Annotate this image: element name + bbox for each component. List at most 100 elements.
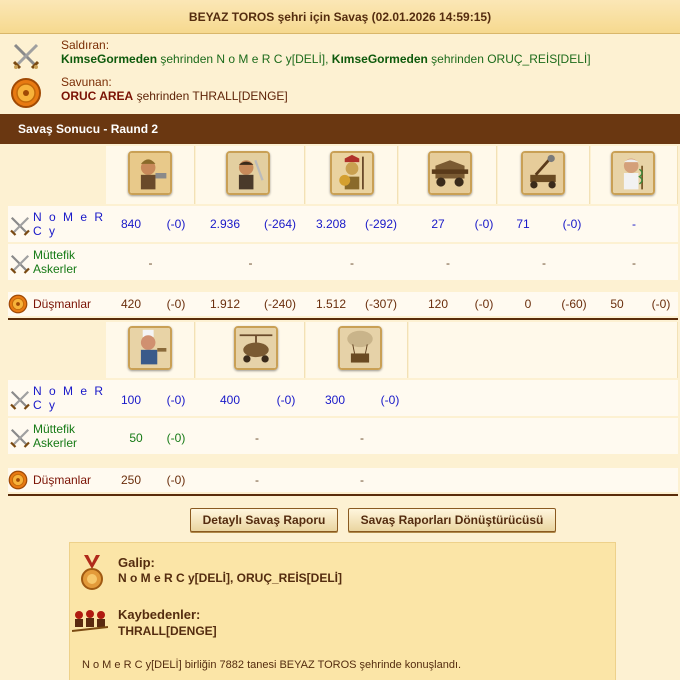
own-count: 3.208 bbox=[315, 217, 347, 231]
cook-icon bbox=[128, 326, 172, 370]
enemy-loss: (-60) bbox=[561, 297, 587, 311]
crossed-swords-icon bbox=[10, 390, 30, 410]
enemy-loss: (-0) bbox=[166, 473, 186, 487]
own-count: 71 bbox=[516, 217, 530, 231]
ally-loss: (-0) bbox=[166, 431, 186, 445]
winner-value: N o M e R C y[DELİ], ORUÇ_REİS[DELİ] bbox=[118, 571, 343, 585]
ally-count: - bbox=[255, 431, 259, 445]
defeated-army-icon bbox=[72, 610, 108, 632]
attacker-player-2[interactable]: şehrinden ORUÇ_REİS[DELİ] bbox=[431, 52, 590, 66]
ally-count: - bbox=[360, 431, 364, 445]
defender-label: Savunan: bbox=[61, 75, 112, 89]
catapult-icon bbox=[521, 151, 565, 195]
medal-icon bbox=[81, 555, 103, 590]
shield-icon bbox=[11, 78, 41, 108]
own-row-text: N o M e R C y bbox=[33, 384, 106, 412]
unit-cell bbox=[409, 322, 678, 378]
ally-count: - bbox=[248, 256, 253, 270]
own-loss: (-0) bbox=[474, 217, 494, 231]
own-loss: (-292) bbox=[364, 217, 397, 231]
unit-table-block-1: N o M e R C y Müttefik Askerler Düşmanla… bbox=[8, 146, 678, 318]
stationed-note: N o M e R C y[DELİ] birliğin 7882 tanesi… bbox=[82, 659, 462, 671]
own-count: - bbox=[632, 217, 636, 231]
enemy-count: 0 bbox=[524, 297, 532, 311]
attacker-label: Saldıran: bbox=[61, 38, 110, 52]
crossed-swords-icon bbox=[10, 254, 30, 274]
attacker-city-1[interactable]: KımseGormeden bbox=[61, 52, 157, 66]
own-loss: (-0) bbox=[276, 393, 296, 407]
enemy-count: - bbox=[255, 473, 259, 487]
enemy-count: 120 bbox=[427, 297, 449, 311]
crossed-swords-icon bbox=[10, 428, 30, 448]
attacker-player-1[interactable]: şehrinden N o M e R C y[DELİ], bbox=[160, 52, 328, 66]
own-count: 300 bbox=[324, 393, 346, 407]
own-count: 100 bbox=[120, 393, 142, 407]
hoplite-soldier-icon bbox=[128, 151, 172, 195]
enemy-count: - bbox=[360, 473, 364, 487]
own-row-label: N o M e R C y bbox=[8, 206, 106, 242]
gyrocopter-icon bbox=[234, 326, 278, 370]
ally-count: 50 bbox=[129, 431, 143, 445]
loser-value: THRALL[DENGE] bbox=[118, 624, 217, 638]
enemy-loss: (-0) bbox=[651, 297, 671, 311]
enemy-count: 250 bbox=[120, 473, 142, 487]
balloon-bomber-icon bbox=[338, 326, 382, 370]
crossed-swords-icon bbox=[12, 43, 40, 70]
own-loss: (-0) bbox=[380, 393, 400, 407]
enemies-row-label: Düşmanlar bbox=[8, 292, 106, 316]
battering-ram-icon bbox=[428, 151, 472, 195]
own-row-text: N o M e R C y bbox=[33, 210, 106, 238]
enemy-loss: (-0) bbox=[474, 297, 494, 311]
defender-player[interactable]: şehrinden THRALL[DENGE] bbox=[137, 89, 288, 103]
allies-row-label: Müttefik Askerler bbox=[8, 418, 106, 454]
winner-label: Galip: bbox=[118, 555, 155, 570]
own-count: 27 bbox=[431, 217, 445, 231]
unit-table-block-2: N o M e R C y Müttefik Askerler Düşmanla… bbox=[8, 322, 678, 494]
defender-players: ORUC AREA şehrinden THRALL[DENGE] bbox=[61, 89, 288, 103]
own-loss: (-0) bbox=[562, 217, 582, 231]
crossed-swords-icon bbox=[10, 216, 30, 236]
allies-row-text: Müttefik Askerler bbox=[33, 248, 78, 276]
shield-icon bbox=[8, 294, 28, 314]
enemies-row-text: Düşmanlar bbox=[33, 473, 92, 487]
ally-count: - bbox=[632, 256, 636, 270]
ally-count: - bbox=[542, 256, 546, 270]
enemy-count: 1.512 bbox=[315, 297, 347, 311]
enemies-row-text: Düşmanlar bbox=[33, 297, 92, 311]
ally-count: - bbox=[148, 256, 153, 270]
enemy-loss: (-0) bbox=[166, 297, 186, 311]
divider bbox=[8, 494, 678, 496]
enemy-count: 420 bbox=[120, 297, 142, 311]
attacker-section: Saldıran: KımseGormeden şehrinden N o M … bbox=[8, 38, 668, 74]
loser-label: Kaybedenler: bbox=[118, 607, 201, 622]
ally-count: - bbox=[350, 256, 354, 270]
own-loss: (-0) bbox=[166, 217, 186, 231]
round-header: Savaş Sonucu - Raund 2 bbox=[0, 114, 680, 144]
defender-city[interactable]: ORUC AREA bbox=[61, 89, 133, 103]
attacker-city-2[interactable]: KımseGormeden bbox=[332, 52, 428, 66]
enemies-row-label: Düşmanlar bbox=[8, 468, 106, 492]
own-loss: (-264) bbox=[263, 217, 296, 231]
shield-icon bbox=[8, 470, 28, 490]
enemy-loss: (-307) bbox=[364, 297, 397, 311]
allies-row-label: Müttefik Askerler bbox=[8, 244, 106, 280]
defender-section: Savunan: ORUC AREA şehrinden THRALL[DENG… bbox=[8, 75, 668, 111]
divider bbox=[8, 318, 678, 320]
detailed-report-button[interactable]: Detaylı Savaş Raporu bbox=[190, 508, 338, 532]
enemy-count: 1.912 bbox=[209, 297, 241, 311]
attacker-players: KımseGormeden şehrinden N o M e R C y[DE… bbox=[61, 52, 591, 66]
own-count: 400 bbox=[219, 393, 241, 407]
battle-title: BEYAZ TOROS şehri için Savaş (02.01.2026… bbox=[0, 0, 680, 34]
battle-summary: Galip: N o M e R C y[DELİ], ORUÇ_REİS[DE… bbox=[69, 542, 616, 680]
report-converter-button[interactable]: Savaş Raporları Dönüştürücüsü bbox=[348, 508, 556, 532]
enemy-count: 50 bbox=[610, 297, 624, 311]
swordsman-icon bbox=[226, 151, 270, 195]
own-count: 840 bbox=[120, 217, 142, 231]
allies-row-text: Müttefik Askerler bbox=[33, 422, 78, 450]
spartan-phalanx-icon bbox=[330, 151, 374, 195]
own-count: 2.936 bbox=[209, 217, 241, 231]
doctor-icon bbox=[611, 151, 655, 195]
own-loss: (-0) bbox=[166, 393, 186, 407]
ally-count: - bbox=[446, 256, 450, 270]
enemy-loss: (-240) bbox=[263, 297, 296, 311]
